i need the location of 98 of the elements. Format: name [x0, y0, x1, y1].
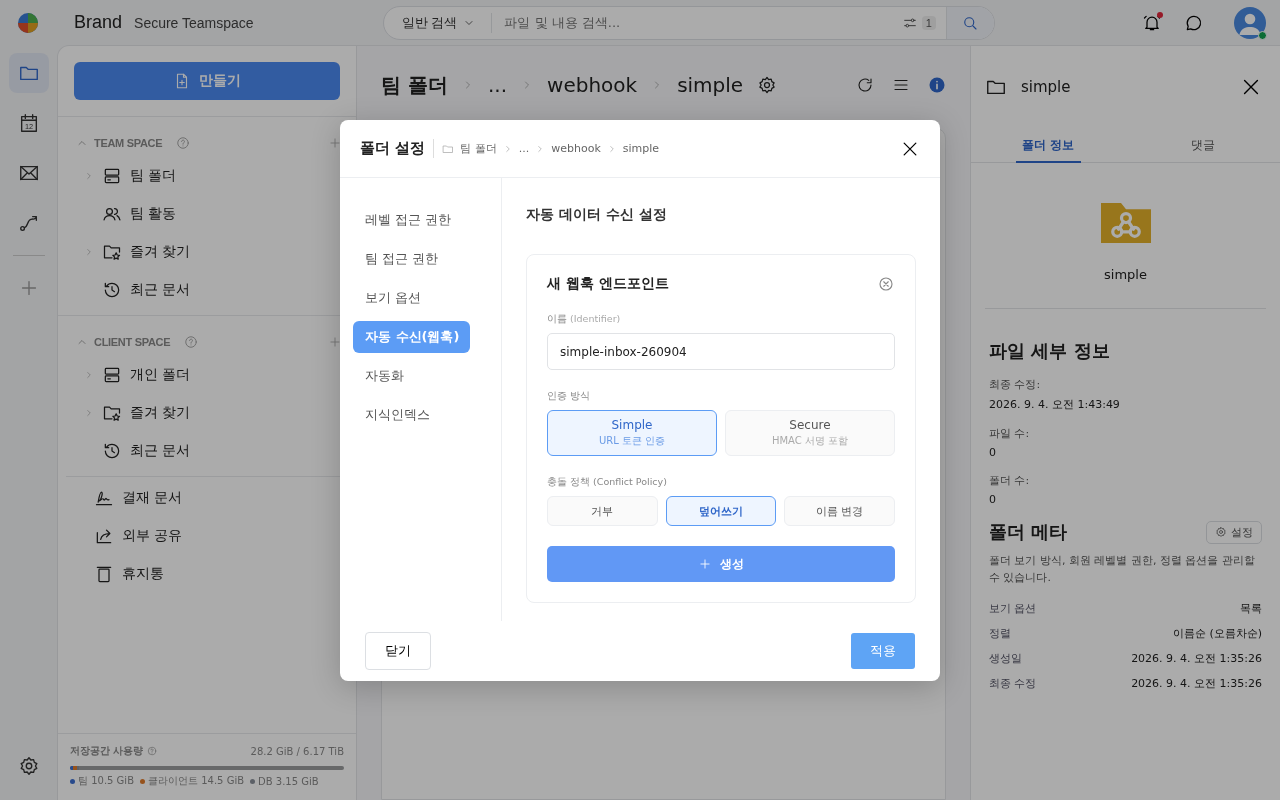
- breadcrumb-link[interactable]: simple: [677, 73, 744, 97]
- settings-icon: [1215, 526, 1227, 538]
- sidebar-item[interactable]: 즐겨 찾기: [58, 233, 356, 271]
- meta-label: 보기 옵션: [989, 601, 1037, 617]
- brand-subtitle: Secure Teamspace: [134, 14, 254, 31]
- filter-button[interactable]: 1: [891, 14, 946, 31]
- policy-option[interactable]: 거부: [547, 496, 658, 526]
- rail-button[interactable]: [8, 53, 49, 93]
- settings-button[interactable]: 설정: [1206, 520, 1262, 544]
- rail-button[interactable]: 12: [8, 103, 49, 143]
- legend-label: DB 3.15 GiB: [258, 775, 319, 787]
- meta-label: 생성일: [989, 651, 1022, 667]
- storage-title: 저장공간 사용량: [70, 744, 144, 758]
- sidebar-item[interactable]: 팀 활동: [58, 195, 356, 233]
- field-label: 충돌 정책 (Conflict Policy): [547, 476, 668, 489]
- sidebar-item[interactable]: 팀 폴더: [58, 157, 356, 195]
- help-icon: [184, 335, 199, 349]
- drive-icon: [102, 365, 122, 385]
- dialog-title: 폴더 설정: [360, 139, 435, 158]
- name-field[interactable]: simple-inbox-260904: [547, 333, 895, 370]
- breadcrumb-link[interactable]: ...: [487, 73, 508, 97]
- sidebar-item[interactable]: 최근 문서: [58, 432, 356, 470]
- sidebar-item[interactable]: 외부 공유: [66, 517, 356, 555]
- settings-nav-item[interactable]: 팀 접근 권한: [353, 243, 470, 275]
- chevron-right-icon: [84, 408, 94, 418]
- storage-total: 28.2 GiB / 6.17 TiB: [250, 745, 344, 757]
- sidebar-item[interactable]: 결재 문서: [66, 479, 356, 517]
- chevron-right-icon: [84, 247, 94, 257]
- chevron-right-icon: [84, 370, 94, 380]
- section-title: 폴더 메타: [989, 520, 1068, 544]
- sidebar-item[interactable]: 휴지통: [66, 555, 356, 593]
- settings-nav-item[interactable]: 자동화: [353, 360, 470, 392]
- section-heading: 자동 데이터 수신 설정: [526, 206, 668, 224]
- refresh-icon[interactable]: [856, 76, 874, 94]
- tab[interactable]: 폴더 정보: [971, 128, 1126, 162]
- share-icon: [94, 526, 114, 546]
- detail-value: 2026. 9. 4. 오전 1:43:49: [989, 397, 1121, 412]
- breadcrumb-item: simple: [622, 142, 660, 155]
- section-title: 파일 세부 정보: [989, 339, 1111, 363]
- info-icon[interactable]: [928, 76, 946, 94]
- sidebar-item[interactable]: 개인 폴더: [58, 356, 356, 394]
- panel-title: simple: [1021, 78, 1071, 96]
- field-label: 인증 방식: [547, 390, 592, 403]
- auth-option[interactable]: Simple URL 토큰 인증: [547, 410, 717, 456]
- sidebar-item[interactable]: 즐겨 찾기: [58, 394, 356, 432]
- close-circle-icon: [877, 275, 895, 293]
- avatar[interactable]: [1234, 6, 1266, 39]
- settings-nav-item[interactable]: 보기 옵션: [353, 282, 470, 314]
- legend-label: 팀 10.5 GiB: [78, 774, 134, 788]
- policy-option[interactable]: 이름 변경: [784, 496, 895, 526]
- breadcrumb-item: webhook: [551, 142, 601, 155]
- detail-value: 0: [989, 493, 997, 506]
- meta-label: 정렬: [989, 626, 1011, 642]
- folder-name: simple: [1104, 267, 1147, 282]
- sidebar-item[interactable]: 최근 문서: [58, 271, 356, 309]
- logo-icon: [16, 10, 40, 35]
- breadcrumb-item: 팀 폴더: [460, 141, 497, 156]
- search-mode-dropdown[interactable]: 일반 검색: [383, 12, 493, 33]
- close-button[interactable]: 닫기: [365, 632, 431, 670]
- policy-option[interactable]: 덮어쓰기: [665, 496, 777, 526]
- card-title: 새 웹훅 엔드포인트: [547, 275, 669, 293]
- search-field[interactable]: 일반 검색 파일 및 내용 검색... 1: [382, 5, 995, 40]
- breadcrumb-link[interactable]: 팀 폴더: [381, 71, 448, 99]
- help-icon: [147, 746, 158, 756]
- plus-icon: [328, 335, 342, 349]
- settings-icon[interactable]: [757, 75, 778, 95]
- breadcrumb-item: ...: [518, 142, 530, 155]
- detail-label: 폴더 수:: [989, 473, 1031, 488]
- history-icon: [102, 280, 122, 300]
- detail-value: 0: [989, 446, 997, 459]
- trash-icon: [94, 564, 114, 584]
- add-button[interactable]: [328, 136, 342, 150]
- tab[interactable]: 댓글: [1125, 128, 1280, 162]
- auth-option[interactable]: Secure HMAC 서명 포함: [725, 410, 895, 456]
- settings-nav-item[interactable]: 레벨 접근 권한: [353, 204, 470, 236]
- remove-button[interactable]: [877, 275, 895, 293]
- folder-icon: [442, 142, 455, 155]
- settings-nav-item[interactable]: 지식인덱스: [353, 399, 470, 431]
- meta-label: 최종 수정: [989, 676, 1037, 692]
- drive-icon: [102, 166, 122, 186]
- brand-name: Brand: [74, 12, 123, 33]
- description: 폴더 보기 방식, 회원 레벨별 권한, 정렬 옵션을 관리할 수 있습니다.: [989, 553, 1256, 587]
- add-button[interactable]: [328, 335, 342, 349]
- plus-icon: [328, 136, 342, 150]
- legend-label: 클라이언트 14.5 GiB: [148, 774, 245, 788]
- help-icon: [176, 136, 191, 150]
- chevron-right-icon: [84, 171, 94, 181]
- field-label: 이름 (Identifier): [547, 313, 622, 326]
- notification-button[interactable]: [1142, 12, 1162, 33]
- breadcrumb-link[interactable]: webhook: [547, 73, 638, 97]
- detail-label: 파일 수:: [989, 426, 1031, 441]
- history-icon: [102, 441, 122, 461]
- meta-value: 2026. 9. 4. 오전 1:35:26: [1131, 651, 1262, 667]
- plus-icon: [698, 557, 712, 571]
- meta-value: 2026. 9. 4. 오전 1:35:26: [1131, 676, 1262, 692]
- meta-value: 이름순 (오름차순): [1172, 626, 1262, 642]
- meta-value: 목록: [1240, 601, 1262, 617]
- detail-label: 최종 수정:: [989, 377, 1042, 392]
